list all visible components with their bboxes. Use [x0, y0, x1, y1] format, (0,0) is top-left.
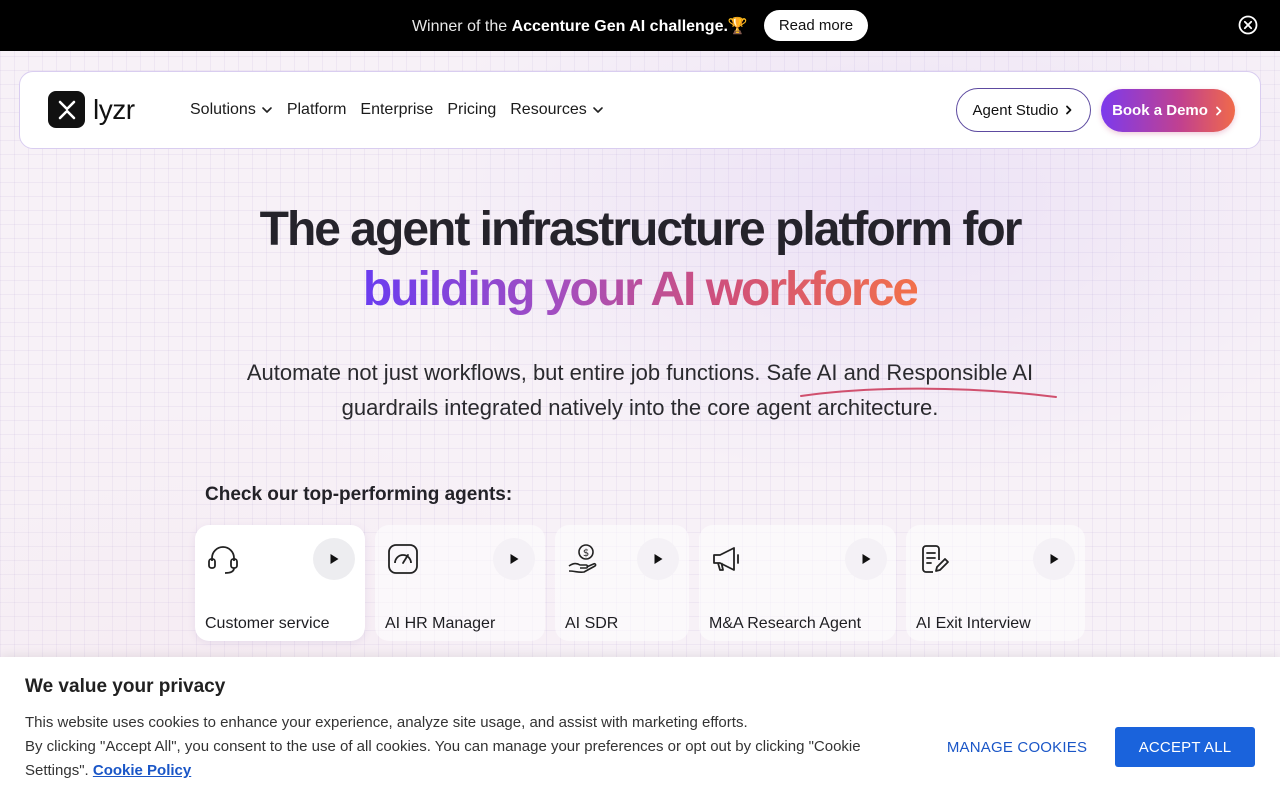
- chevron-down-icon: [592, 107, 603, 113]
- agent-card-ai-hr-manager[interactable]: AI HR Manager: [375, 525, 545, 641]
- nav-solutions[interactable]: Solutions: [190, 101, 273, 119]
- nav-links: Solutions Platform Enterprise Pricing Re…: [190, 72, 604, 148]
- chevron-right-icon: [1066, 105, 1072, 115]
- agent-label: Customer service: [205, 615, 330, 632]
- nav-platform[interactable]: Platform: [287, 101, 347, 119]
- nav-pricing-label: Pricing: [447, 101, 497, 118]
- hero-title: The agent infrastructure platform for: [259, 203, 1023, 256]
- gauge-icon: [388, 544, 418, 574]
- hero-title-gradient-text: building your AI workforce: [362, 263, 919, 316]
- announcement-highlight: Accenture Gen AI challenge.: [511, 17, 728, 35]
- play-button[interactable]: [1033, 538, 1075, 580]
- agent-label: M&A Research Agent: [709, 615, 862, 632]
- play-icon: [330, 554, 339, 564]
- book-demo-button[interactable]: Book a Demo: [1101, 89, 1235, 132]
- play-button[interactable]: [637, 538, 679, 580]
- book-demo-label: Book a Demo: [1112, 102, 1208, 119]
- agent-card-customer-service[interactable]: Customer service: [195, 525, 365, 641]
- agents-heading: Check our top-performing agents:: [205, 484, 513, 505]
- announcement-prefix: Winner of the: [411, 17, 512, 35]
- chevron-right-icon: [1216, 106, 1222, 115]
- nav-pricing[interactable]: Pricing: [447, 101, 496, 119]
- announcement-bar: Winner of the Accenture Gen AI challenge…: [0, 0, 1280, 51]
- play-icon: [1050, 554, 1059, 564]
- announcement-text: Winner of the Accenture Gen AI challenge…: [412, 16, 748, 36]
- play-button[interactable]: [313, 538, 355, 580]
- agent-card-ma-research-agent[interactable]: M&A Research Agent: [699, 525, 896, 641]
- hero-subtitle-line1: Automate not just workflows, but entire …: [246, 360, 1034, 385]
- megaphone-icon: [713, 547, 739, 571]
- cookie-text-line1: This website uses cookies to enhance you…: [25, 714, 748, 731]
- agent-label: AI SDR: [565, 615, 619, 632]
- cookie-title: We value your privacy: [25, 676, 226, 697]
- underline-swoosh-decoration: [800, 387, 1057, 398]
- cookie-text: This website uses cookies to enhance you…: [25, 711, 885, 783]
- trophy-icon: 🏆: [727, 17, 748, 35]
- manage-cookies-button[interactable]: MANAGE COOKIES: [942, 727, 1092, 767]
- logo-wordmark: lyzr: [93, 93, 135, 125]
- close-icon[interactable]: [1238, 15, 1258, 35]
- agent-label: AI Exit Interview: [916, 615, 1031, 632]
- money-hand-icon: $: [568, 544, 597, 574]
- hero-title-gradient: building your AI workforce: [0, 260, 1280, 320]
- logo[interactable]: lyzr: [48, 91, 135, 128]
- cookie-banner: We value your privacy This website uses …: [0, 657, 1280, 800]
- headset-icon: [208, 546, 238, 574]
- nav-resources[interactable]: Resources: [510, 101, 603, 119]
- play-icon: [654, 554, 663, 564]
- svg-text:$: $: [583, 548, 589, 559]
- nav-enterprise[interactable]: Enterprise: [360, 101, 433, 119]
- play-icon: [510, 554, 519, 564]
- accept-all-button[interactable]: ACCEPT ALL: [1115, 727, 1255, 767]
- agent-studio-label: Agent Studio: [972, 101, 1059, 119]
- nav-platform-label: Platform: [286, 101, 347, 118]
- chevron-down-icon: [262, 107, 272, 113]
- agent-studio-button[interactable]: Agent Studio: [956, 88, 1091, 132]
- document-edit-icon: [922, 545, 949, 573]
- agent-card-ai-exit-interview[interactable]: AI Exit Interview: [906, 525, 1085, 641]
- lyzr-logo-icon: [48, 91, 85, 128]
- agent-card-ai-sdr[interactable]: $ AI SDR: [555, 525, 689, 641]
- nav-enterprise-label: Enterprise: [360, 101, 434, 118]
- main-navbar: lyzr Solutions Platform Enterprise Prici…: [19, 71, 1261, 149]
- nav-resources-label: Resources: [510, 101, 587, 118]
- read-more-button[interactable]: Read more: [763, 10, 869, 41]
- cookie-policy-link[interactable]: Cookie Policy: [93, 762, 191, 779]
- play-button[interactable]: [845, 538, 887, 580]
- agent-label: AI HR Manager: [385, 615, 496, 632]
- nav-solutions-label: Solutions: [190, 101, 256, 118]
- play-icon: [862, 554, 871, 564]
- play-button[interactable]: [493, 538, 535, 580]
